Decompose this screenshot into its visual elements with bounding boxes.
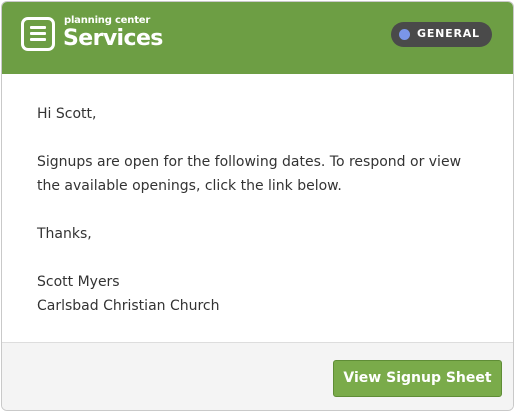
badge-label: GENERAL <box>417 27 480 40</box>
email-footer: View Signup Sheet <box>2 342 513 410</box>
category-badge: GENERAL <box>391 22 492 47</box>
view-signup-sheet-button[interactable]: View Signup Sheet <box>333 360 502 397</box>
email-header: planning center Services GENERAL <box>2 2 513 74</box>
badge-dot-icon <box>399 29 410 40</box>
email-card: planning center Services GENERAL Hi Scot… <box>1 1 514 411</box>
greeting: Hi Scott, <box>37 106 97 122</box>
message-body: Hi Scott, Signups are open for the follo… <box>37 102 487 318</box>
brand-product: Services <box>63 26 163 51</box>
message-text: Signups are open for the following dates… <box>37 154 462 194</box>
brand-company: planning center <box>64 15 151 26</box>
signature-org: Carlsbad Christian Church <box>37 298 220 314</box>
signature-name: Scott Myers <box>37 274 120 290</box>
services-logo-icon <box>21 17 55 51</box>
closing: Thanks, <box>37 226 92 242</box>
